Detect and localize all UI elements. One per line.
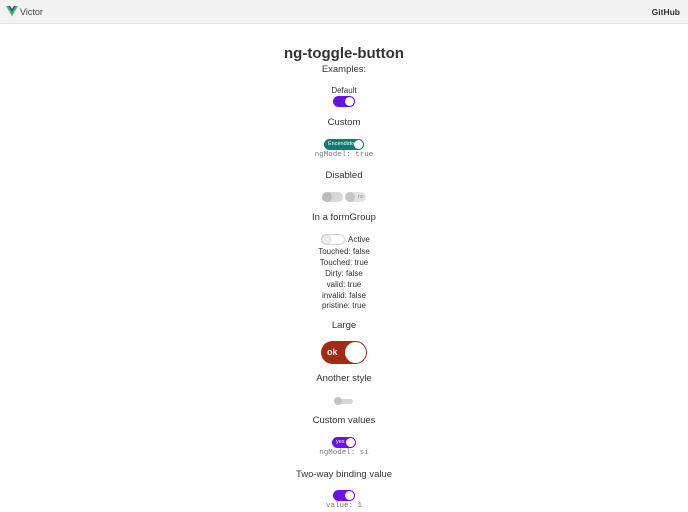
top-navbar: Victor GitHub: [0, 0, 688, 24]
examples-label: Examples:: [321, 64, 367, 75]
formgroup-label: In a formGroup: [312, 212, 376, 223]
another-style-label: Another style: [316, 373, 372, 384]
formgroup-toggle[interactable]: [321, 234, 345, 245]
toggle-knob: [345, 491, 354, 500]
github-link[interactable]: GitHub: [652, 7, 680, 17]
toggle-knob: [345, 342, 366, 363]
default-label: Default: [331, 86, 357, 95]
toggle-knob: [354, 140, 363, 149]
custom-values-label: Custom values: [312, 415, 376, 426]
disabled-label: Disabled: [325, 170, 363, 181]
brand-name: Victor: [20, 6, 43, 17]
custom-values-toggle-text: yes: [336, 439, 345, 445]
toggle-knob: [345, 97, 354, 106]
pristine-state: pristine: true: [321, 301, 367, 310]
custom-label: Custom: [327, 117, 361, 128]
invalid-state: invalid: false: [321, 291, 367, 300]
touched-state-1: Touched: false: [318, 247, 370, 256]
custom-toggle-text: Encendido: [328, 141, 354, 147]
toggle-knob: [346, 438, 355, 447]
two-way-toggle[interactable]: [333, 490, 355, 501]
vue-logo-icon: [6, 6, 18, 17]
custom-toggle[interactable]: Encendido: [324, 139, 364, 150]
disabled-toggle-text: no: [358, 194, 364, 200]
toggle-knob: [345, 192, 355, 202]
large-toggle-text: ok: [327, 347, 338, 357]
custom-values-toggle[interactable]: yes: [332, 437, 356, 448]
dirty-state: Dirty: false: [325, 269, 363, 278]
large-label: Large: [331, 320, 357, 331]
custom-values-model: ngModel: si: [319, 449, 369, 457]
brand-link[interactable]: Victor: [6, 5, 43, 18]
large-toggle[interactable]: ok: [321, 341, 367, 364]
toggle-knob: [322, 235, 331, 244]
page-title: ng-toggle-button: [284, 45, 404, 62]
default-toggle[interactable]: [333, 96, 355, 107]
two-way-model-value: value: 1: [325, 502, 362, 510]
another-style-toggle[interactable]: [334, 397, 353, 405]
valid-state: valid: true: [326, 280, 362, 289]
formgroup-toggle-label: Active: [348, 235, 370, 244]
touched-state-2: Touched: true: [319, 258, 369, 267]
disabled-toggle-on: no: [345, 192, 366, 202]
custom-model-value: ngModel: true: [314, 151, 374, 159]
toggle-knob: [322, 192, 332, 202]
disabled-toggle-off: [322, 192, 343, 202]
two-way-label: Two-way binding value: [295, 469, 393, 480]
toggle-knob: [334, 397, 342, 405]
